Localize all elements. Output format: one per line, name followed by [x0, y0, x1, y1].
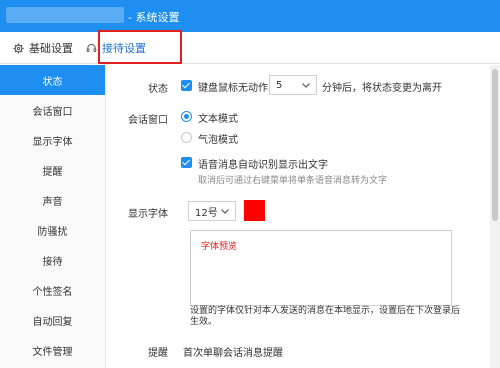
- sidebar-item-signature[interactable]: 个性签名: [0, 275, 105, 305]
- sidebar-item-session-window[interactable]: 会话窗口: [0, 95, 105, 125]
- window-title: - 系统设置: [128, 11, 180, 24]
- settings-panel: 状态 键盘鼠标无动作 5 分钟后，将状态变更为离开 会话窗口 文本模式 气泡模式…: [106, 65, 490, 368]
- bubble-mode-label: 气泡模式: [198, 135, 238, 146]
- chevron-down-icon: [302, 83, 310, 88]
- idle-minutes-value: 5: [276, 79, 283, 91]
- sidebar-item-label: 个性签名: [32, 286, 73, 298]
- font-preview-box: 字体预览: [190, 230, 452, 306]
- text-mode-label: 文本模式: [198, 114, 238, 125]
- tab-reception-label: 接待设置: [102, 42, 146, 55]
- sidebar-item-label: 状态: [42, 76, 63, 88]
- sidebar-item-anti-harassment[interactable]: 防骚扰: [0, 215, 105, 245]
- font-note: 设置的字体仅针对本人发送的消息在本地显示，设置后在下次登录后生效。: [190, 306, 461, 327]
- font-size-select[interactable]: 12号: [188, 201, 236, 221]
- scrollbar-thumb[interactable]: [492, 69, 498, 221]
- sidebar-item-file-management[interactable]: 文件管理: [0, 335, 105, 365]
- title-bar: - 系统设置: [0, 0, 500, 32]
- sidebar-item-display-font[interactable]: 显示字体: [0, 125, 105, 155]
- settings-tab-bar: 基础设置 接待设置: [0, 32, 500, 64]
- reminder-text: 首次单聊会话消息提醒: [183, 348, 283, 359]
- headset-icon: [86, 43, 97, 52]
- tab-basic-settings[interactable]: 基础设置: [13, 32, 73, 64]
- sidebar-item-label: 会话窗口: [32, 106, 73, 118]
- idle-minutes-select[interactable]: 5: [269, 75, 317, 95]
- voice-to-text-checkbox[interactable]: [181, 157, 192, 168]
- display-font-label: 显示字体: [128, 209, 168, 220]
- reminder-label: 提醒: [148, 348, 168, 359]
- idle-suffix-text: 分钟后，将状态变更为离开: [322, 83, 442, 94]
- tab-reception-settings[interactable]: 接待设置: [86, 32, 146, 64]
- sidebar-item-label: 声音: [42, 196, 63, 208]
- sidebar-item-auto-reply[interactable]: 自动回复: [0, 305, 105, 335]
- chevron-down-icon: [221, 209, 229, 214]
- sidebar-item-status[interactable]: 状态: [0, 65, 105, 95]
- gear-icon: [13, 42, 24, 54]
- idle-checkbox[interactable]: [181, 80, 192, 91]
- voice-to-text-label: 语音消息自动识别显示出文字: [198, 160, 328, 171]
- scrollbar[interactable]: [490, 65, 500, 368]
- text-mode-radio[interactable]: [181, 111, 192, 122]
- sidebar-item-label: 自动回复: [32, 316, 73, 328]
- sidebar-item-reception[interactable]: 接待: [0, 245, 105, 275]
- font-color-picker[interactable]: [244, 200, 265, 221]
- voice-to-text-hint: 取消后可通过右键菜单将单条语音消息转为文字: [198, 176, 388, 186]
- font-preview-text: 字体预览: [201, 242, 238, 252]
- sidebar-item-sound[interactable]: 声音: [0, 185, 105, 215]
- idle-checkbox-label: 键盘鼠标无动作: [198, 83, 268, 94]
- tab-basic-label: 基础设置: [29, 42, 73, 55]
- sidebar-item-label: 提醒: [42, 166, 63, 178]
- status-label: 状态: [148, 84, 168, 95]
- settings-sidebar: 状态 会话窗口 显示字体 提醒 声音 防骚扰 接待 个性签名 自动回复 文件管理: [0, 65, 106, 368]
- blurred-app-name: [6, 7, 124, 23]
- sidebar-item-label: 防骚扰: [37, 226, 68, 238]
- sidebar-item-label: 文件管理: [32, 346, 73, 358]
- bubble-mode-radio[interactable]: [181, 132, 192, 143]
- sidebar-item-reminder[interactable]: 提醒: [0, 155, 105, 185]
- sidebar-item-label: 接待: [42, 256, 63, 268]
- font-size-value: 12号: [195, 207, 218, 219]
- sidebar-item-label: 显示字体: [32, 136, 73, 148]
- session-window-label: 会话窗口: [128, 115, 168, 126]
